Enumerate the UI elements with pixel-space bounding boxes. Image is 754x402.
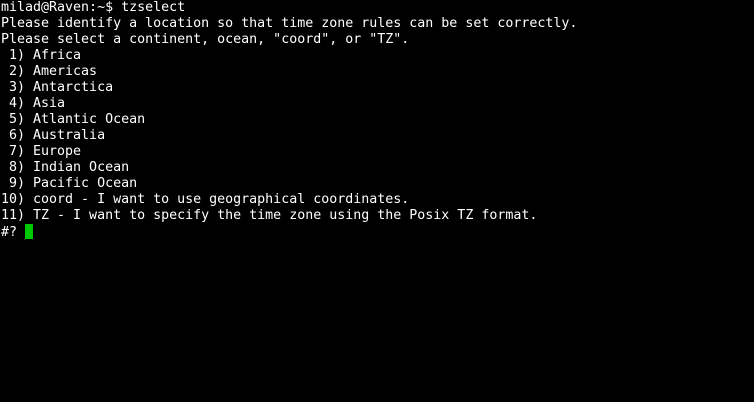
option-pacific-ocean: 9) Pacific Ocean xyxy=(1,176,138,191)
intro-line-2: Please select a continent, ocean, "coord… xyxy=(1,32,410,47)
option-europe: 7) Europe xyxy=(1,144,82,159)
selection-prompt: #? xyxy=(1,225,26,240)
option-indian-ocean: 8) Indian Ocean xyxy=(1,160,130,175)
option-coord: 10) coord - I want to use geographical c… xyxy=(1,192,410,207)
text-cursor[interactable] xyxy=(25,224,34,239)
input-line[interactable]: #? xyxy=(1,224,754,240)
option-africa: 1) Africa xyxy=(1,48,82,63)
option-asia: 4) Asia xyxy=(1,96,66,111)
option-americas: 2) Americas xyxy=(1,64,98,79)
shell-prompt: milad@Raven:~$ xyxy=(1,0,122,15)
option-tz: 11) TZ - I want to specify the time zone… xyxy=(1,208,538,223)
terminal-window[interactable]: milad@Raven:~$ tzselect Please identify … xyxy=(0,0,754,402)
option-antarctica: 3) Antarctica xyxy=(1,80,114,95)
command-line: milad@Raven:~$ tzselect xyxy=(1,0,754,16)
option-australia: 6) Australia xyxy=(1,128,106,143)
intro-line-1: Please identify a location so that time … xyxy=(1,16,578,31)
option-atlantic-ocean: 5) Atlantic Ocean xyxy=(1,112,146,127)
command-text: tzselect xyxy=(121,0,186,15)
